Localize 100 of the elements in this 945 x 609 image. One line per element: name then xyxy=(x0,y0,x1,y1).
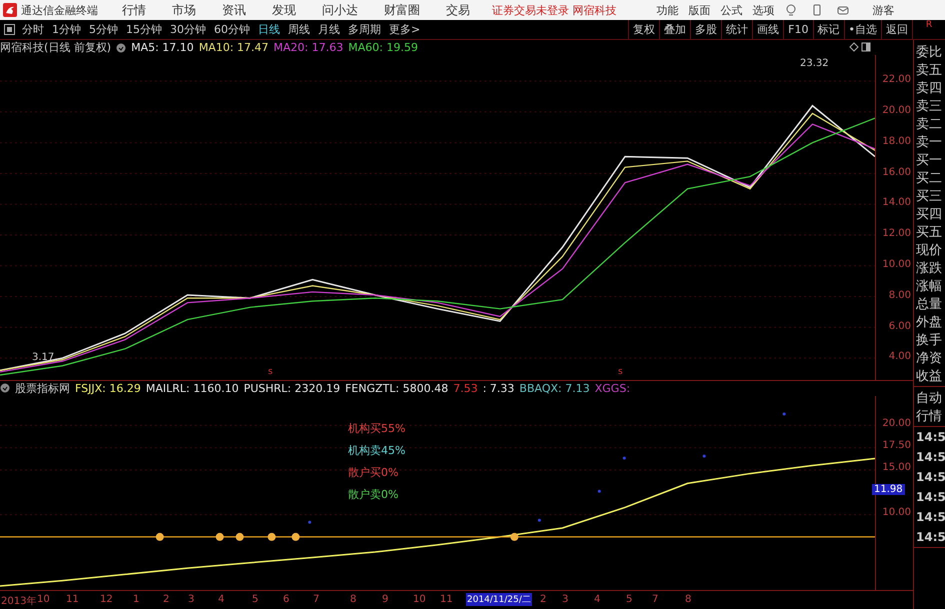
point-marker xyxy=(622,456,626,460)
date-label: 9 xyxy=(382,594,388,606)
phone-icon xyxy=(810,4,822,16)
quote-label: 买三 xyxy=(915,188,943,206)
period-tab[interactable]: 日线 xyxy=(255,22,283,37)
high-price-label: 23.32 xyxy=(800,58,829,69)
toolbar-button[interactable]: 画线 xyxy=(752,20,784,39)
menu-item[interactable]: 市场 xyxy=(172,2,196,18)
period-tab[interactable]: 周线 xyxy=(285,22,313,37)
quote-label: 换手 xyxy=(915,332,943,350)
quote-label: 净资 xyxy=(915,350,943,368)
axis-label: 16.00 xyxy=(882,166,911,178)
series-legend: MA60: 19.59 xyxy=(348,41,418,54)
period-tab[interactable]: 5分钟 xyxy=(86,22,121,37)
toolbar-button[interactable]: 标记 xyxy=(812,20,844,39)
square-icon xyxy=(4,24,15,35)
period-tab[interactable]: 更多> xyxy=(386,22,424,37)
date-label: 7 xyxy=(652,594,658,606)
signal-mark: s xyxy=(268,368,273,377)
date-label: 2 xyxy=(163,594,170,606)
signal-label: 散户买0% xyxy=(348,464,400,480)
axis-label: 4.00 xyxy=(888,351,911,362)
date-label: 4 xyxy=(218,594,224,606)
menu-item[interactable]: 资讯 xyxy=(222,2,246,18)
period-tab[interactable]: 分时 xyxy=(19,22,47,37)
quote-label: 收益 xyxy=(915,368,943,386)
signal-label: 散户卖0% xyxy=(348,486,400,502)
date-label: 8 xyxy=(350,594,356,606)
toolbar-button[interactable]: •自选 xyxy=(844,20,881,39)
quote-label: 买二 xyxy=(915,170,943,188)
axis-label: 14.00 xyxy=(882,197,911,208)
date-label: 2014/11/25/二 xyxy=(466,593,532,606)
date-label: 1 xyxy=(133,594,140,606)
date-label: 4 xyxy=(594,594,600,606)
period-tab[interactable]: 30分钟 xyxy=(167,22,209,37)
period-tab[interactable]: 15分钟 xyxy=(123,22,165,37)
period-tab[interactable]: 1分钟 xyxy=(49,22,84,37)
indicator-value: PUSHRL: 2320.19 xyxy=(244,382,340,395)
menu-item[interactable]: 选项 xyxy=(752,2,774,18)
panel-toggle-icon xyxy=(849,42,871,52)
point-marker xyxy=(538,518,541,522)
series-legend: MA20: 17.63 xyxy=(274,41,344,54)
quote-label: 卖五 xyxy=(915,62,943,80)
toolbar-button[interactable]: 统计 xyxy=(721,20,752,39)
period-tab[interactable]: 60分钟 xyxy=(211,22,253,37)
indicator-title: 股票指标网 xyxy=(15,380,70,396)
menu-item[interactable]: 财富圈 xyxy=(384,2,420,18)
toolbar-button[interactable]: 返回 xyxy=(881,20,912,39)
date-label: 12 xyxy=(100,594,113,606)
axis-label: 6.00 xyxy=(888,320,911,332)
axis-label: 17.50 xyxy=(882,440,911,452)
axis-label: 10.00 xyxy=(882,506,911,518)
mail-icon xyxy=(836,4,848,16)
login-notice[interactable]: 证券交易未登录 网宿科技 xyxy=(492,2,616,18)
period-tab[interactable]: 月线 xyxy=(315,22,343,37)
toolbar-button[interactable]: 叠加 xyxy=(659,20,690,39)
quote-label: 总量 xyxy=(915,296,943,314)
indicator-value: XGGS: xyxy=(594,382,630,395)
quote-label: 买五 xyxy=(915,224,943,242)
date-label: 5 xyxy=(252,594,258,606)
date-label: 3 xyxy=(562,594,568,606)
menu-item[interactable]: 交易 xyxy=(446,2,470,18)
date-label: 2013年 xyxy=(1,595,36,608)
trade-time: 14:5 xyxy=(915,509,945,526)
menu-item[interactable]: 版面 xyxy=(688,2,710,18)
menu-item[interactable]: 公式 xyxy=(720,2,742,18)
app-logo-icon xyxy=(3,3,17,17)
menu-item[interactable]: 问小达 xyxy=(322,2,358,18)
quote-label: 外盘 xyxy=(915,314,943,332)
toolbar-button[interactable]: 复权 xyxy=(628,20,660,39)
quote-label: 买一 xyxy=(915,152,943,170)
low-price-label: 3.17 xyxy=(32,352,54,363)
quote-label: 现价 xyxy=(915,242,943,260)
series-legend: MA10: 17.47 xyxy=(198,41,269,54)
quote-label: 卖二 xyxy=(915,116,943,134)
indicator-value: MAILRL: 1160.10 xyxy=(146,382,239,395)
tab-label[interactable]: 行情 xyxy=(914,408,945,426)
quote-label: 委比 xyxy=(915,44,943,62)
signal-label: 机构买55% xyxy=(348,420,406,436)
trade-time: 14:5 xyxy=(915,469,945,486)
date-label: 10 xyxy=(413,594,426,606)
date-label: 8 xyxy=(685,594,692,606)
point-marker xyxy=(702,454,706,458)
axis-label: 10.00 xyxy=(882,259,911,270)
menu-item[interactable]: 行情 xyxy=(122,2,146,18)
axis-label: 20.00 xyxy=(882,418,911,429)
quote-label: 卖一 xyxy=(915,134,943,152)
menu-item[interactable]: 发现 xyxy=(272,2,296,18)
toolbar-button[interactable]: F10 xyxy=(783,20,812,39)
axis-label: 18.00 xyxy=(882,136,911,147)
user-name[interactable]: 游客 xyxy=(872,2,894,18)
indicator-value: : 7.33 xyxy=(482,382,514,395)
check-circle-icon xyxy=(0,383,10,394)
axis-label: 15.00 xyxy=(882,462,911,474)
trade-time: 14:5 xyxy=(915,489,945,506)
tab-label[interactable]: 自动 xyxy=(914,390,945,408)
quote-label: 卖三 xyxy=(915,98,943,116)
menu-item[interactable]: 功能 xyxy=(656,2,678,18)
period-tab[interactable]: 多周期 xyxy=(345,22,384,37)
toolbar-button[interactable]: 多股 xyxy=(690,20,722,39)
